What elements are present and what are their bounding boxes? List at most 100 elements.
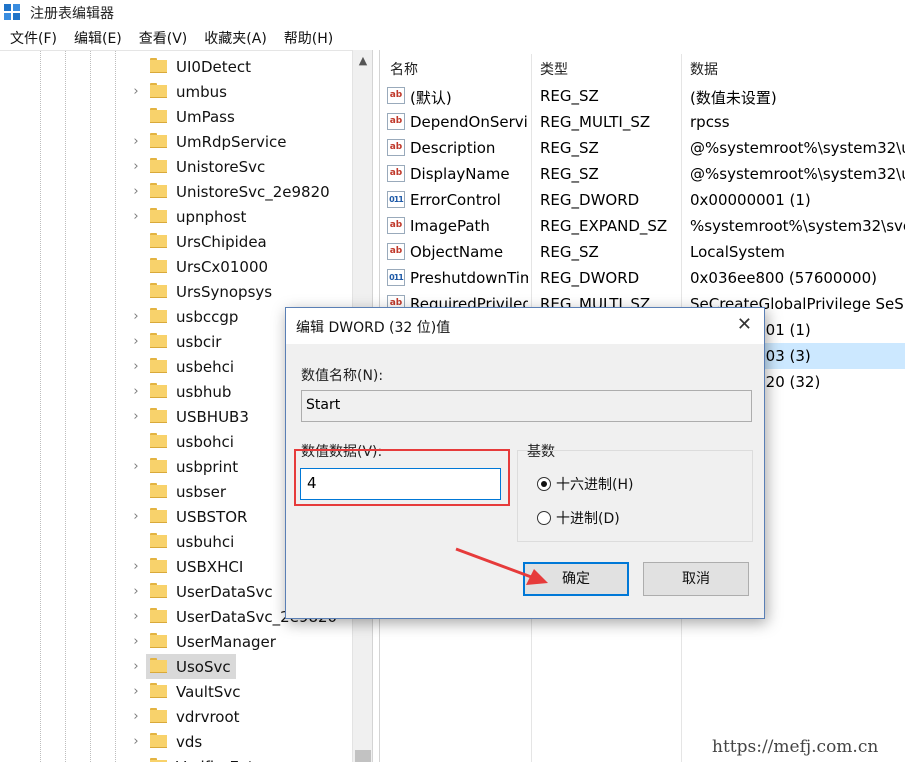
scroll-thumb[interactable] [355, 750, 371, 762]
folder-icon [150, 58, 167, 74]
tree-item-label: UmPass [176, 107, 235, 126]
folder-icon [150, 133, 167, 149]
value-name: ErrorControl [410, 191, 501, 209]
value-row[interactable]: ab (默认) REG_SZ (数值未设置) [381, 83, 905, 109]
hex-radio[interactable]: 十六进制(H) [537, 474, 633, 494]
chevron-right-icon[interactable]: › [130, 634, 142, 649]
menu-favorites[interactable]: 收藏夹(A) [204, 28, 267, 48]
chevron-right-icon[interactable]: › [130, 509, 142, 524]
tree-item-label: usbser [176, 482, 227, 501]
folder-icon [150, 733, 167, 749]
hex-radio-label: 十六进制(H) [556, 477, 634, 493]
chevron-right-icon[interactable]: › [130, 459, 142, 474]
value-row[interactable]: 011 ErrorControl REG_DWORD 0x00000001 (1) [381, 187, 905, 213]
title-bar: 注册表编辑器 [0, 0, 905, 26]
menu-view[interactable]: 查看(V) [139, 28, 188, 48]
chevron-right-icon[interactable]: › [130, 684, 142, 699]
value-row[interactable]: ab DependOnService REG_MULTI_SZ rpcss [381, 109, 905, 135]
chevron-right-icon[interactable]: › [130, 734, 142, 749]
value-data: 0x036ee800 (57600000) [690, 269, 877, 287]
tree-item-label: UnistoreSvc_2e9820 [176, 182, 330, 201]
value-row[interactable]: ab ObjectName REG_SZ LocalSystem [381, 239, 905, 265]
folder-icon [150, 233, 167, 249]
tree-item-label: umbus [176, 82, 227, 101]
scroll-up-icon[interactable]: ▲ [353, 54, 373, 67]
chevron-right-icon[interactable]: › [130, 559, 142, 574]
chevron-right-icon[interactable]: › [130, 359, 142, 374]
tree-item[interactable]: › umbus [0, 79, 352, 104]
menu-help[interactable]: 帮助(H) [284, 28, 333, 48]
folder-icon [150, 758, 167, 762]
watermark-text: https://mefj.com.cn [712, 737, 879, 757]
tree-item-label: VerifierExt [176, 758, 254, 762]
chevron-right-icon[interactable]: › [130, 709, 142, 724]
tree-item[interactable]: UI0Detect [0, 54, 352, 79]
tree-item[interactable]: UrsChipidea [0, 229, 352, 254]
decimal-radio[interactable]: 十进制(D) [537, 508, 620, 528]
folder-icon [150, 333, 167, 349]
chevron-right-icon[interactable]: › [130, 209, 142, 224]
chevron-right-icon[interactable]: › [130, 84, 142, 99]
menu-bar: 文件(F) 编辑(E) 查看(V) 收藏夹(A) 帮助(H) [0, 26, 905, 50]
chevron-right-icon[interactable]: › [130, 134, 142, 149]
chevron-right-icon[interactable]: › [130, 584, 142, 599]
value-name: DependOnService [410, 113, 528, 131]
chevron-right-icon[interactable]: › [130, 334, 142, 349]
menu-file[interactable]: 文件(F) [10, 28, 57, 48]
string-value-icon: ab [387, 165, 405, 182]
chevron-right-icon[interactable]: › [130, 659, 142, 674]
tree-item[interactable]: › vdrvroot [0, 704, 352, 729]
value-row[interactable]: ab DisplayName REG_SZ @%systemroot%\system3… [381, 161, 905, 187]
tree-item-label: UmRdpService [176, 132, 287, 151]
tree-item-label: UserManager [176, 632, 276, 651]
tree-item[interactable]: › vds [0, 729, 352, 754]
tree-item-label: usbhub [176, 382, 232, 401]
radio-unselected-icon[interactable] [537, 511, 551, 525]
tree-item[interactable]: › VaultSvc [0, 679, 352, 704]
tree-item-label: USBXHCI [176, 557, 244, 576]
value-data: %systemroot%\system32\svchost.exe [690, 217, 905, 235]
column-name[interactable]: 名称 [390, 59, 418, 79]
chevron-right-icon[interactable]: › [130, 159, 142, 174]
tree-item[interactable]: › UmRdpService [0, 129, 352, 154]
registry-editor-icon [4, 4, 22, 22]
tree-item[interactable]: VerifierExt [0, 754, 352, 762]
tree-item[interactable]: UrsCx01000 [0, 254, 352, 279]
chevron-right-icon[interactable]: › [130, 184, 142, 199]
folder-icon [150, 183, 167, 199]
chevron-right-icon[interactable]: › [130, 309, 142, 324]
tree-item-label: vdrvroot [176, 707, 240, 726]
string-value-icon: ab [387, 139, 405, 156]
value-row[interactable]: 011 PreshutdownTimeout REG_DWORD 0x036ee800… [381, 265, 905, 291]
tree-item-label: UsoSvc [173, 656, 234, 677]
folder-icon [150, 608, 167, 624]
menu-edit[interactable]: 编辑(E) [74, 28, 122, 48]
tree-item[interactable]: › UnistoreSvc_2e9820 [0, 179, 352, 204]
tree-item-label: UserDataSvc [176, 582, 273, 601]
tree-item[interactable]: UrsSynopsys [0, 279, 352, 304]
tree-item[interactable]: › UserManager [0, 629, 352, 654]
chevron-right-icon[interactable]: › [130, 384, 142, 399]
string-value-icon: ab [387, 113, 405, 130]
radio-selected-icon[interactable] [537, 477, 551, 491]
value-row[interactable]: ab Description REG_SZ @%systemroot%\system3… [381, 135, 905, 161]
value-row[interactable]: ab ImagePath REG_EXPAND_SZ %systemroot%\sys… [381, 213, 905, 239]
chevron-right-icon[interactable]: › [130, 409, 142, 424]
value-data: (数值未设置) [690, 89, 777, 107]
tree-item[interactable]: › UsoSvc [0, 654, 352, 679]
tree-item[interactable]: UmPass [0, 104, 352, 129]
cancel-button[interactable]: 取消 [643, 562, 749, 596]
value-type: REG_DWORD [540, 269, 640, 287]
annotation-arrow-icon [455, 547, 548, 585]
tree-item-label: usbprint [176, 457, 239, 476]
tree-item-label: usbohci [176, 432, 234, 451]
column-type[interactable]: 类型 [540, 59, 568, 79]
tree-item[interactable]: › UnistoreSvc [0, 154, 352, 179]
chevron-right-icon[interactable]: › [130, 609, 142, 624]
close-icon[interactable]: ✕ [737, 314, 752, 335]
folder-icon [150, 458, 167, 474]
tree-item[interactable]: › upnphost [0, 204, 352, 229]
folder-icon [150, 433, 167, 449]
value-data-input[interactable]: 4 [300, 468, 501, 500]
column-data[interactable]: 数据 [690, 59, 718, 79]
